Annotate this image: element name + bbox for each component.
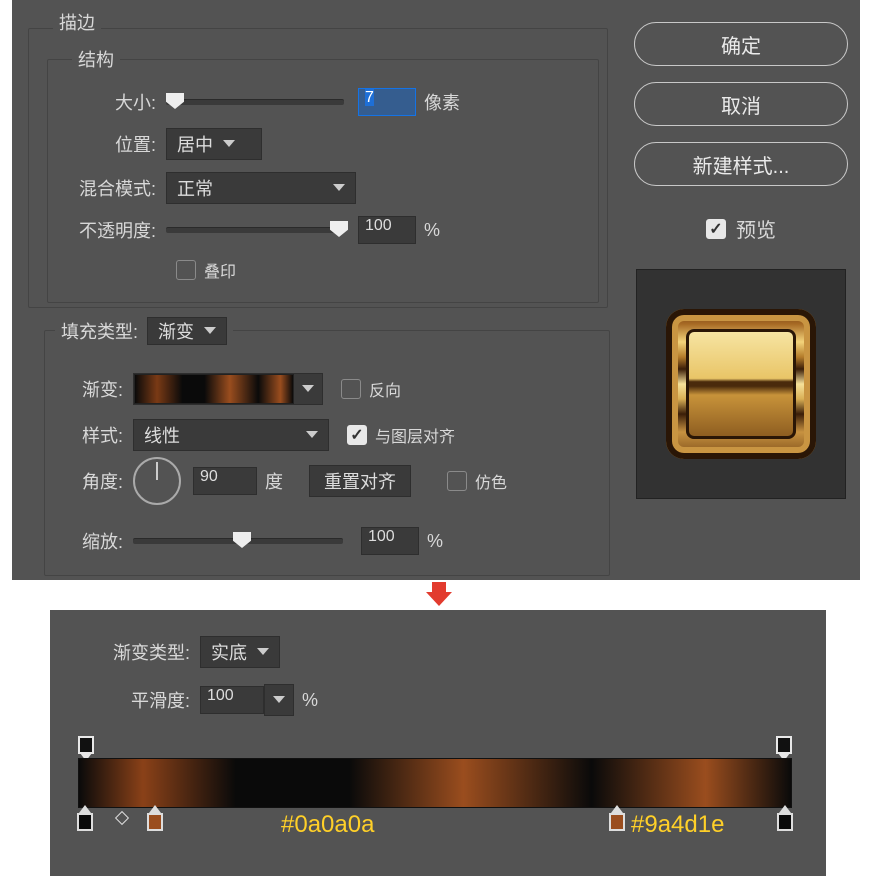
gradtype-value: 实底: [211, 639, 247, 665]
size-unit: 像素: [424, 89, 460, 115]
right-column: 确定 取消 新建样式... 预览: [632, 22, 850, 499]
style-preview-panel: [636, 269, 846, 499]
opacity-input[interactable]: 100: [358, 216, 416, 244]
ok-button[interactable]: 确定: [634, 22, 848, 66]
slider-thumb-icon[interactable]: [330, 221, 348, 237]
gradient-preview: [134, 374, 294, 404]
gradient-label: 渐变:: [45, 376, 123, 402]
opacity-label: 不透明度:: [48, 217, 156, 243]
angle-input[interactable]: 90: [193, 467, 257, 495]
overprint-row: 叠印: [176, 252, 236, 288]
arrow-down-icon: [426, 582, 452, 606]
color-stop[interactable]: [777, 813, 793, 831]
reverse-label: 反向: [369, 377, 401, 401]
gradtype-select[interactable]: 实底: [200, 636, 280, 668]
color-stop[interactable]: [147, 813, 163, 831]
preview-label: 预览: [736, 214, 776, 243]
scale-row: 缩放: 100 %: [45, 523, 609, 559]
opacity-unit: %: [424, 220, 440, 241]
position-value: 居中: [177, 131, 213, 157]
fill-fieldset: 填充类型: 渐变 渐变: 反向 样式: 线性: [44, 330, 610, 576]
gradient-editor-panel: 渐变类型: 实底 平滑度: 100 % #0a0a0a #9a4d1e: [50, 610, 826, 876]
angle-label: 角度:: [45, 468, 123, 494]
dither-checkbox[interactable]: [447, 471, 467, 491]
smooth-unit: %: [302, 690, 318, 711]
gradient-picker[interactable]: [133, 373, 323, 405]
size-label: 大小:: [48, 89, 156, 115]
chevron-down-icon: [204, 325, 216, 337]
position-label: 位置:: [48, 131, 156, 157]
overprint-label: 叠印: [204, 258, 236, 282]
midpoint-diamond-icon[interactable]: [115, 811, 129, 825]
hex-annotation-2: #9a4d1e: [631, 811, 724, 839]
style-row: 样式: 线性 与图层对齐: [45, 417, 455, 453]
dither-label: 仿色: [475, 469, 507, 493]
preview-checkbox[interactable]: [706, 219, 726, 239]
smooth-input[interactable]: 100: [200, 686, 264, 714]
structure-legend: 结构: [72, 46, 120, 72]
filltype-value: 渐变: [158, 318, 194, 344]
gradtype-row: 渐变类型: 实底: [80, 634, 280, 670]
cancel-button[interactable]: 取消: [634, 82, 848, 126]
blend-label: 混合模式:: [48, 175, 156, 201]
smooth-dropdown[interactable]: [264, 684, 294, 716]
opacity-stop-left[interactable]: [78, 736, 94, 754]
smooth-row: 平滑度: 100 %: [80, 682, 318, 718]
chevron-down-icon: [257, 646, 269, 658]
gradient-bar[interactable]: #0a0a0a #9a4d1e: [78, 758, 792, 808]
style-value: 线性: [144, 422, 180, 448]
position-row: 位置: 居中: [48, 126, 262, 162]
size-input[interactable]: 7: [358, 88, 416, 116]
size-slider[interactable]: [166, 99, 344, 105]
hex-annotation-1: #0a0a0a: [281, 811, 374, 839]
slider-thumb-icon[interactable]: [233, 532, 251, 548]
gradient-row: 渐变: 反向: [45, 371, 401, 407]
reverse-checkbox[interactable]: [341, 379, 361, 399]
angle-unit: 度: [265, 468, 283, 494]
gradtype-label: 渐变类型:: [80, 639, 190, 665]
structure-fieldset: 结构 大小: 7 像素 位置: 居中 混合模式:: [47, 59, 599, 303]
style-preview-swatch: [666, 309, 816, 459]
opacity-slider[interactable]: [166, 227, 344, 233]
position-select[interactable]: 居中: [166, 128, 262, 160]
opacity-stop-right[interactable]: [776, 736, 792, 754]
opacity-row: 不透明度: 100 %: [48, 212, 598, 248]
blend-row: 混合模式: 正常: [48, 170, 356, 206]
scale-input[interactable]: 100: [361, 527, 419, 555]
preview-row: 预览: [706, 214, 776, 243]
chevron-down-icon: [302, 383, 314, 395]
overprint-checkbox[interactable]: [176, 260, 196, 280]
chevron-down-icon: [333, 182, 345, 194]
blend-select[interactable]: 正常: [166, 172, 356, 204]
stroke-legend: 描边: [53, 9, 101, 35]
filltype-select[interactable]: 渐变: [147, 317, 227, 345]
scale-label: 缩放:: [45, 528, 123, 554]
style-label: 样式:: [45, 422, 123, 448]
stroke-fieldset: 描边 结构 大小: 7 像素 位置: 居中: [28, 28, 608, 308]
slider-thumb-icon[interactable]: [166, 93, 184, 109]
new-style-button[interactable]: 新建样式...: [634, 142, 848, 186]
blend-value: 正常: [177, 175, 213, 201]
align-checkbox[interactable]: [347, 425, 367, 445]
filltype-legend: 填充类型: 渐变: [55, 317, 233, 345]
color-stop[interactable]: [77, 813, 93, 831]
style-select[interactable]: 线性: [133, 419, 329, 451]
chevron-down-icon: [306, 429, 318, 441]
layer-style-panel: 描边 结构 大小: 7 像素 位置: 居中: [12, 0, 860, 580]
smooth-label: 平滑度:: [80, 687, 190, 713]
filltype-label: 填充类型:: [61, 322, 138, 342]
chevron-down-icon: [273, 694, 285, 706]
scale-slider[interactable]: [133, 538, 343, 544]
color-stop[interactable]: [609, 813, 625, 831]
chevron-down-icon: [223, 138, 235, 150]
angle-dial[interactable]: [133, 457, 181, 505]
size-row: 大小: 7 像素: [48, 84, 598, 120]
reset-align-button[interactable]: 重置对齐: [309, 465, 411, 497]
align-label: 与图层对齐: [375, 423, 455, 447]
angle-row: 角度: 90 度 重置对齐 仿色: [45, 463, 507, 499]
size-value: 7: [365, 89, 374, 106]
scale-unit: %: [427, 531, 443, 552]
